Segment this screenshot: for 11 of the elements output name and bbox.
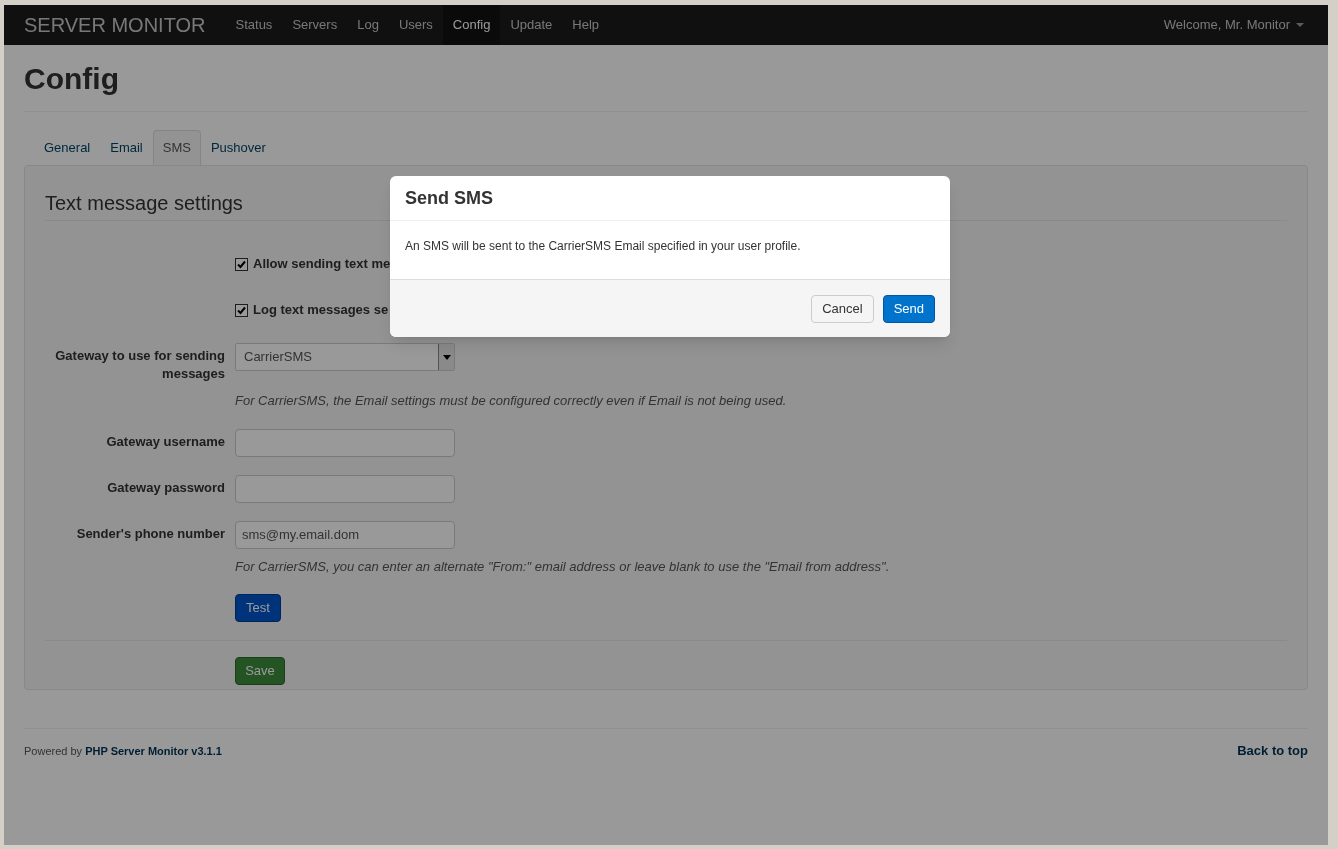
help-text: For CarrierSMS, you can enter an alternate "From:" email address or leave blank to use the "Email from address". — [235, 557, 890, 576]
field-label: Gateway username — [105, 432, 225, 451]
field-label: Gateway to use for sending messages — [54, 347, 225, 383]
section-title: Text message settings — [45, 191, 243, 216]
powered-by-text: Powered by PHP Server Monitor v3.1.1 — [24, 743, 222, 759]
field-label: Sender's phone number — [75, 524, 225, 543]
dialog-message: An SMS will be sent to the CarrierSMS Email specified in your user profile. — [405, 238, 802, 255]
page-title: Config — [24, 61, 120, 97]
help-text: For CarrierSMS, the Email settings must be configured correctly even if Email is not being used. — [235, 392, 787, 410]
dialog-title: Send SMS — [405, 186, 493, 210]
field-label: Gateway password — [106, 478, 225, 497]
